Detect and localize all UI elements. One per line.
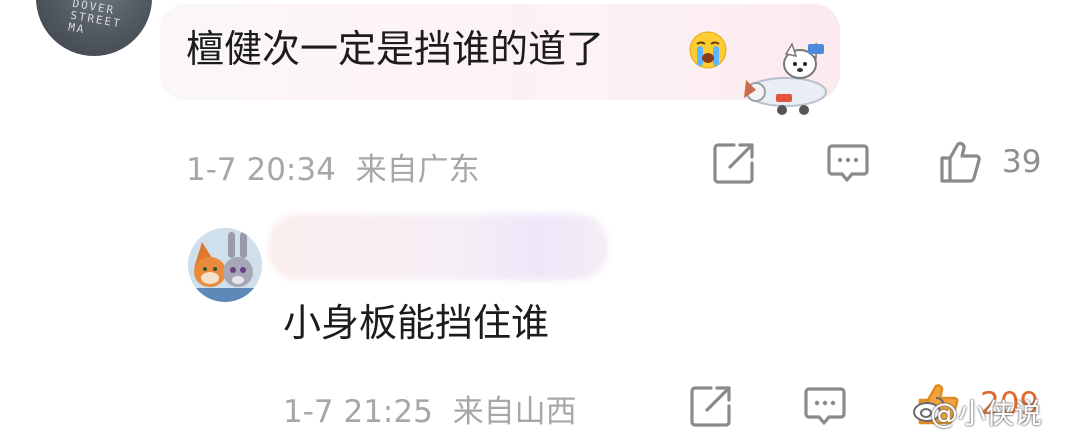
- share-icon[interactable]: [712, 141, 756, 185]
- comment-location: 来自广东: [355, 152, 480, 188]
- reply-text: 小身板能挡住谁: [283, 301, 550, 345]
- comment-time: 1-7 20:34: [186, 152, 336, 188]
- comment-timestamp: 1-7 20:34 来自广东: [186, 144, 480, 189]
- comment-text: 檀健次一定是挡谁的道了: [186, 27, 605, 71]
- cartoon-dog-in-airplane-sticker: [744, 42, 827, 115]
- replier-name-redacted: [268, 214, 608, 280]
- like-icon[interactable]: [938, 140, 982, 184]
- like-count: 39: [1002, 144, 1042, 180]
- reply-comment-icon[interactable]: [803, 384, 847, 428]
- fox-and-rabbit-avatar-image: [188, 228, 262, 302]
- reply-location: 来自山西: [452, 394, 577, 430]
- comment-thread: DOVER STREET MA 檀健次一定是挡谁的道了 1-7 20:34 来自广东: [0, 0, 1080, 438]
- replier-avatar[interactable]: [188, 228, 262, 302]
- reply-share-icon[interactable]: [689, 384, 733, 428]
- avatar-shirt-print: DOVER STREET MA: [67, 0, 123, 37]
- comment-icon[interactable]: [826, 141, 870, 185]
- loudly-crying-face-emoji: [689, 31, 727, 69]
- commenter-avatar[interactable]: DOVER STREET MA: [36, 0, 152, 56]
- reply-timestamp: 1-7 21:25 来自山西: [283, 386, 577, 431]
- reply-time: 1-7 21:25: [283, 394, 433, 430]
- watermark-text: @小侠说: [930, 397, 1043, 430]
